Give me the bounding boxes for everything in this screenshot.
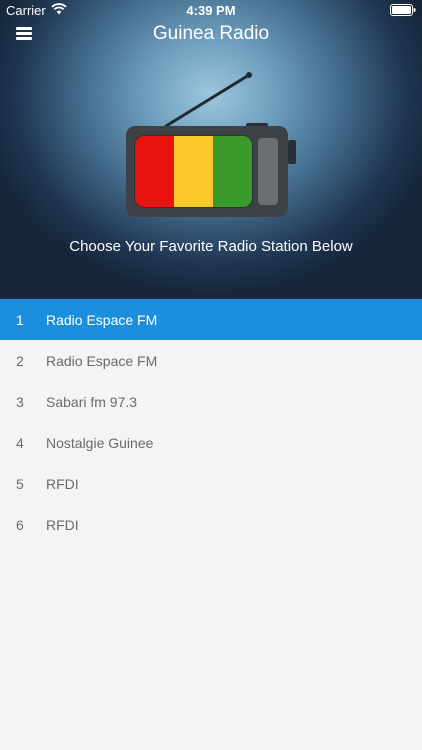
station-number: 6 (16, 517, 24, 533)
station-number: 4 (16, 435, 24, 451)
status-time: 4:39 PM (186, 3, 236, 18)
station-row[interactable]: 3 Sabari fm 97.3 (0, 381, 422, 422)
station-name: Radio Espace FM (46, 353, 158, 369)
station-name: Sabari fm 97.3 (46, 394, 138, 410)
guinea-flag-icon (135, 136, 252, 207)
station-row[interactable]: 6 RFDI (0, 504, 422, 545)
station-number: 3 (16, 394, 24, 410)
station-name: RFDI (46, 517, 79, 533)
station-row[interactable]: 1 Radio Espace FM (0, 299, 422, 340)
navigation-bar: Guinea Radio (0, 20, 422, 48)
station-name: RFDI (46, 476, 79, 492)
station-number: 2 (16, 353, 24, 369)
page-title: Guinea Radio (152, 23, 270, 44)
station-row[interactable]: 2 Radio Espace FM (0, 340, 422, 381)
status-bar: Carrier 4:39 PM (0, 0, 422, 22)
header-banner: Carrier 4:39 PM Guinea Radio Choose Your… (0, 0, 422, 299)
battery-icon (390, 4, 416, 19)
station-name: Radio Espace FM (46, 312, 158, 328)
tagline: Choose Your Favorite Radio Station Below (69, 238, 353, 255)
station-number: 1 (16, 312, 24, 328)
radio-illustration (118, 68, 304, 229)
station-row[interactable]: 5 RFDI (0, 463, 422, 504)
station-list: 1 Radio Espace FM 2 Radio Espace FM 3 Sa… (0, 299, 422, 750)
station-number: 5 (16, 476, 24, 492)
station-name: Nostalgie Guinee (46, 435, 154, 451)
station-row[interactable]: 4 Nostalgie Guinee (0, 422, 422, 463)
